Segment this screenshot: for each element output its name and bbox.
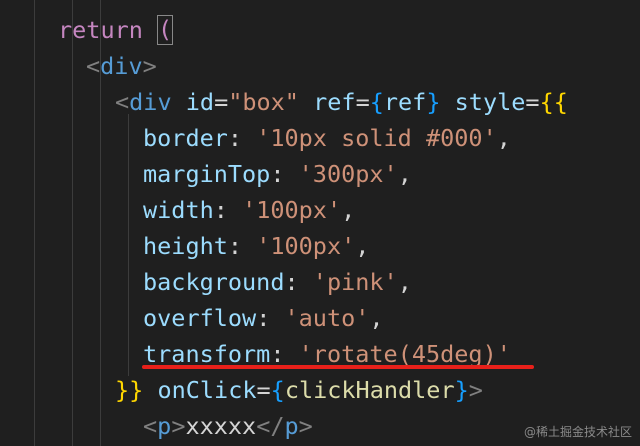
attr-id-value: "box" [228,88,299,116]
prop-value: 'rotate(45deg)' [298,340,511,368]
prop-value: '100px' [242,196,342,224]
tag-close-bracket: > [171,412,186,440]
comma: , [397,160,412,188]
brace-close: } [454,376,469,404]
end-tag-open: </ [256,412,285,440]
tag-name: div [129,88,172,116]
style-prop-line: overflow: 'auto', [143,300,384,336]
prop-key: width [143,196,214,224]
style-prop-line: border: '10px solid #000', [143,120,511,156]
prop-key: overflow [143,304,257,332]
comma: , [341,196,356,224]
prop-key: height [143,232,228,260]
prop-value: 'pink' [312,268,398,296]
equals: = [355,88,370,116]
ref-value: ref [383,88,427,116]
watermark: @稀土掘金技术社区 [523,425,632,439]
colon: : [270,160,285,188]
style-brace-open: {{ [539,88,568,116]
prop-key: marginTop [143,160,271,188]
paragraph-text: xxxxx [185,412,257,440]
prop-value: '100px' [256,232,356,260]
code-line-onclick: }} onClick={clickHandler}> [115,372,483,408]
style-prop-line: height: '100px', [143,228,369,264]
style-prop-line: width: '100px', [143,192,355,228]
equals: = [214,88,229,116]
code-line-inner-div: <div id="box" ref={ref} style={{ [115,84,568,120]
colon: : [270,340,285,368]
attr-ref: ref [313,88,356,116]
click-handler-name: clickHandler [284,376,455,404]
style-prop-line: background: 'pink', [143,264,412,300]
comma: , [369,304,384,332]
tag-close-bracket: > [468,376,483,404]
equals: = [525,88,540,116]
brace-close: } [426,88,441,116]
comma: , [397,268,412,296]
tag-open-bracket: < [86,52,101,80]
attr-id: id [185,88,215,116]
brace-open: { [270,376,285,404]
style-brace-close: }} [115,376,144,404]
attr-onclick: onClick [157,376,257,404]
colon: : [213,196,228,224]
code-line-return: return ( [58,12,174,48]
code-line-paragraph: <p>xxxxx</p> [143,408,313,444]
colon: : [284,268,299,296]
prop-value: '10px solid #000' [256,124,497,152]
prop-key: transform [143,340,271,368]
tag-open-bracket: < [115,88,130,116]
return-keyword: return [58,16,143,44]
open-paren: ( [157,14,174,45]
prop-key: background [143,268,285,296]
colon: : [227,124,243,152]
prop-key: border [143,124,228,152]
colon: : [227,232,243,260]
end-tag-name: p [284,412,299,440]
indent-guide [34,0,35,446]
tag-name: div [100,52,143,80]
tag-name: p [157,412,172,440]
highlight-underline [142,365,534,369]
code-line-outer-div: <div> [86,48,157,84]
end-tag-close: > [298,412,313,440]
tag-close-bracket: > [142,52,157,80]
colon: : [256,304,271,332]
comma: , [496,124,511,152]
prop-value: '300px' [298,160,398,188]
prop-value: 'auto' [284,304,370,332]
indent-guide [128,114,129,376]
style-prop-line: marginTop: '300px', [143,156,412,192]
indent-guide [72,0,73,446]
code-editor[interactable]: return ( <div> <div id="box" ref={ref} s… [0,0,640,446]
attr-style: style [454,88,526,116]
comma: , [355,232,370,260]
brace-open: { [369,88,384,116]
tag-open-bracket: < [143,412,158,440]
equals: = [256,376,271,404]
